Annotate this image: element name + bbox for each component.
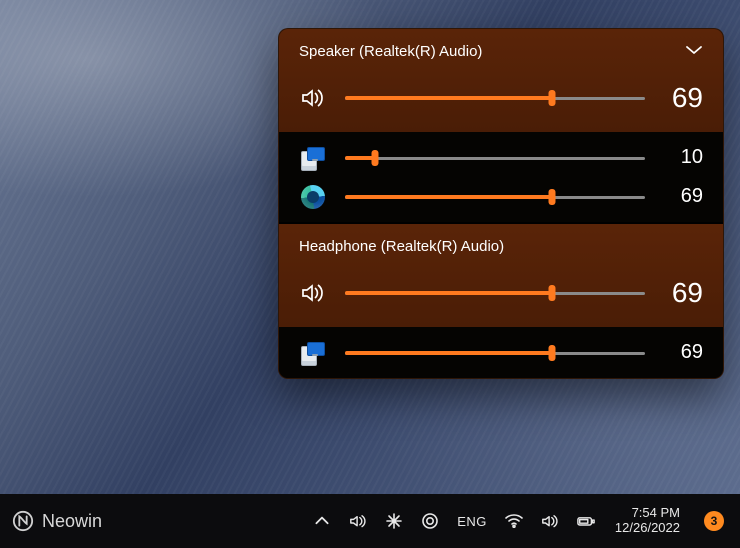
tray-overflow-chevron-icon[interactable] [313, 512, 331, 530]
device-volume-value: 69 [663, 82, 703, 114]
wifi-icon[interactable] [505, 512, 523, 530]
edge-icon[interactable] [299, 186, 327, 208]
system-sounds-icon[interactable] [299, 147, 327, 169]
app-volume-slider[interactable] [345, 343, 645, 363]
app-volume-value: 69 [663, 341, 703, 364]
app-volume-value: 10 [663, 146, 703, 169]
speaker-icon[interactable] [299, 87, 327, 109]
volume-tray-icon[interactable] [349, 512, 367, 530]
app-row: 69 [299, 341, 703, 364]
clock-date: 12/26/2022 [615, 521, 680, 536]
neowin-logo-icon [12, 510, 34, 532]
app-volume-slider[interactable] [345, 187, 645, 207]
taskbar: Neowin ENG 7:54 PM 12/26/2022 3 [0, 494, 740, 548]
chevron-down-icon[interactable] [685, 43, 703, 60]
taskbar-clock[interactable]: 7:54 PM 12/26/2022 [613, 506, 686, 536]
device-label: Headphone (Realtek(R) Audio) [299, 238, 504, 255]
system-tray: ENG 7:54 PM 12/26/2022 3 [307, 506, 740, 536]
notification-badge[interactable]: 3 [704, 511, 724, 531]
device-section-speaker: Speaker (Realtek(R) Audio) 69 [279, 29, 723, 132]
app-row: 69 [299, 185, 703, 208]
system-sounds-icon[interactable] [299, 342, 327, 364]
language-indicator[interactable]: ENG [457, 514, 487, 529]
onedrive-icon[interactable] [421, 512, 439, 530]
app-mixer-speaker: 10 69 [279, 132, 723, 222]
speaker-icon[interactable] [299, 282, 327, 304]
device-section-headphone: Headphone (Realtek(R) Audio) 69 [279, 224, 723, 327]
device-volume-slider[interactable] [345, 283, 645, 303]
clock-time: 7:54 PM [632, 506, 680, 521]
volume-flyout: Speaker (Realtek(R) Audio) 69 [278, 28, 724, 379]
neowin-watermark: Neowin [0, 510, 102, 532]
watermark-text: Neowin [42, 511, 102, 532]
app-row: 10 [299, 146, 703, 169]
app-volume-value: 69 [663, 185, 703, 208]
copilot-icon[interactable] [385, 512, 403, 530]
device-volume-slider[interactable] [345, 88, 645, 108]
app-volume-slider[interactable] [345, 148, 645, 168]
app-mixer-headphone: 69 [279, 327, 723, 378]
battery-icon[interactable] [577, 512, 595, 530]
device-volume-value: 69 [663, 277, 703, 309]
sound-icon[interactable] [541, 512, 559, 530]
device-label: Speaker (Realtek(R) Audio) [299, 43, 482, 60]
